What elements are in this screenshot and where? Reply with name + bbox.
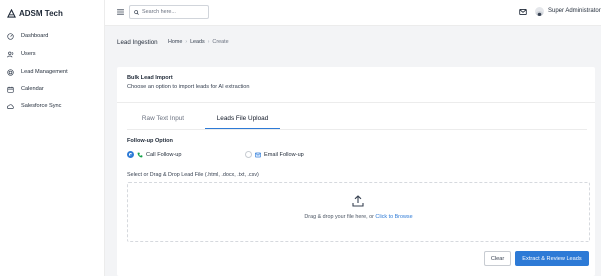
dashboard-icon — [7, 32, 14, 40]
sidebar-item-dashboard[interactable]: Dashboard — [7, 31, 48, 41]
followup-label: Follow-up Option — [127, 138, 173, 144]
page-header: Lead Ingestion Home › Leads › Create — [105, 27, 601, 59]
sidebar-item-label: Calendar — [21, 86, 44, 92]
radio-email-followup[interactable]: Email Follow-up — [245, 151, 304, 158]
sidebar-item-label: Lead Management — [21, 69, 68, 75]
mail-icon[interactable] — [519, 9, 527, 15]
radio-label: Call Follow-up — [146, 151, 182, 158]
logo-icon — [7, 8, 16, 18]
search-input[interactable] — [142, 9, 204, 15]
avatar[interactable] — [535, 7, 544, 16]
sidebar-item-salesforce-sync[interactable]: Salesforce Sync — [7, 101, 61, 111]
tabs-divider — [127, 129, 587, 130]
brand[interactable]: ADSM Tech — [7, 8, 63, 18]
search-icon — [134, 9, 139, 15]
user-avatar-icon — [535, 11, 544, 16]
card-title: Bulk Lead Import — [127, 75, 173, 81]
radio-button[interactable] — [245, 151, 252, 158]
divider — [117, 102, 595, 103]
sidebar-item-label: Dashboard — [21, 33, 49, 39]
sidebar-item-users[interactable]: Users — [7, 49, 36, 59]
breadcrumb-home[interactable]: Home — [168, 39, 182, 45]
sidebar-item-label: Users — [21, 51, 36, 57]
radio-button[interactable] — [127, 151, 134, 158]
breadcrumb-leads[interactable]: Leads — [190, 39, 205, 45]
upload-icon — [352, 195, 364, 207]
brand-name: ADSM Tech — [19, 8, 63, 18]
target-icon — [7, 68, 14, 76]
sidebar-item-lead-management[interactable]: Lead Management — [7, 67, 68, 77]
phone-icon — [137, 152, 143, 157]
chevron-right-icon: › — [207, 39, 210, 45]
dropzone-instruction: Drag & drop your file here, or — [304, 214, 376, 220]
dropzone-label: Select or Drag & Drop Lead File (.html, … — [127, 172, 259, 178]
page-title: Lead Ingestion — [117, 39, 158, 46]
card-subtitle: Choose an option to import leads for AI … — [127, 84, 250, 90]
radio-label: Email Follow-up — [264, 151, 304, 158]
sidebar-item-label: Salesforce Sync — [21, 103, 62, 109]
calendar-icon — [7, 86, 14, 93]
sidebar-item-calendar[interactable]: Calendar — [7, 84, 44, 94]
tab-raw-text-input[interactable]: Raw Text Input — [140, 115, 186, 125]
menu-icon[interactable] — [117, 9, 124, 15]
sidebar: ADSM Tech Dashboard Users Lead Managemen… — [0, 0, 105, 276]
topbar: Super Administrator — [105, 0, 601, 26]
breadcrumb: Home › Leads › Create — [168, 39, 229, 45]
dropzone-text: Drag & drop your file here, or Click to … — [128, 214, 589, 220]
bulk-import-card: Bulk Lead Import Choose an option to imp… — [117, 67, 595, 276]
clear-button[interactable]: Clear — [484, 251, 511, 266]
browse-link[interactable]: Click to Browse — [375, 214, 412, 220]
tab-leads-file-upload[interactable]: Leads File Upload — [205, 115, 280, 129]
radio-call-followup[interactable]: Call Follow-up — [127, 151, 181, 158]
users-icon — [7, 51, 14, 57]
extract-review-button[interactable]: Extract & Review Leads — [515, 251, 589, 266]
file-dropzone[interactable]: Drag & drop your file here, or Click to … — [127, 182, 590, 242]
search-box[interactable] — [129, 5, 209, 19]
cloud-sync-icon — [7, 103, 14, 109]
chevron-right-icon: › — [185, 39, 188, 45]
user-name[interactable]: Super Administrator — [548, 8, 601, 14]
breadcrumb-create: Create — [212, 39, 229, 45]
mail-icon — [255, 152, 261, 157]
